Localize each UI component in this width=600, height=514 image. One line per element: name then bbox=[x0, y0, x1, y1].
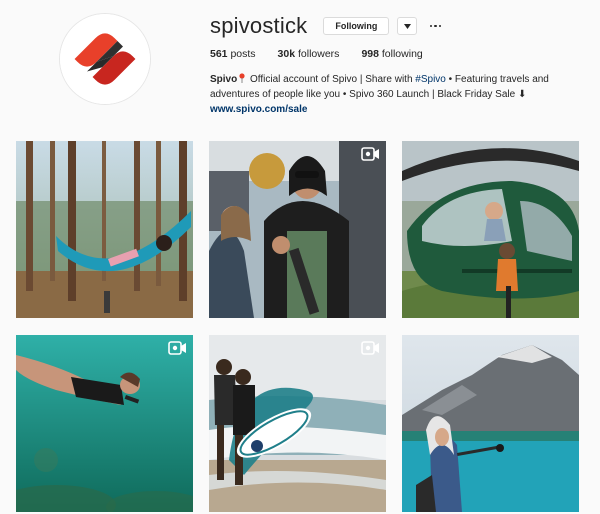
post-tile[interactable] bbox=[16, 141, 193, 318]
suggestions-dropdown-button[interactable] bbox=[397, 17, 418, 35]
video-icon bbox=[361, 147, 379, 161]
video-icon bbox=[168, 341, 186, 355]
posts-count: 561 posts bbox=[210, 48, 256, 60]
followers-count[interactable]: 30k followers bbox=[278, 48, 340, 60]
post-image-underwater bbox=[16, 335, 193, 512]
dot-icon bbox=[434, 24, 437, 28]
profile-header: spivostick Following bbox=[210, 13, 580, 38]
following-count[interactable]: 998 following bbox=[361, 48, 422, 60]
dot-icon bbox=[438, 24, 441, 28]
following-button[interactable]: Following bbox=[323, 17, 390, 35]
spivo-logo-icon bbox=[60, 14, 150, 104]
post-tile[interactable] bbox=[16, 335, 193, 512]
bio-link[interactable]: www.spivo.com/sale bbox=[210, 103, 555, 118]
bio-name: Spivo bbox=[210, 74, 238, 85]
pin-icon bbox=[239, 73, 245, 83]
bio-hashtag[interactable]: #Spivo bbox=[415, 74, 446, 85]
dot-icon bbox=[429, 24, 433, 28]
post-tile[interactable] bbox=[209, 335, 386, 512]
post-image-surfers bbox=[209, 335, 386, 512]
bio-text: Official account of Spivo | Share with bbox=[247, 74, 416, 85]
profile-stats: 561 posts 30k followers 998 following bbox=[210, 48, 445, 60]
profile-bio: Spivo Official account of Spivo | Share … bbox=[210, 73, 555, 118]
post-image-hammock bbox=[16, 141, 193, 318]
post-tile[interactable] bbox=[209, 141, 386, 318]
more-options-button[interactable] bbox=[427, 17, 443, 35]
post-image-selfie-street bbox=[209, 141, 386, 318]
post-tile[interactable] bbox=[402, 141, 579, 318]
username: spivostick bbox=[210, 13, 308, 38]
chevron-down-icon bbox=[403, 23, 411, 29]
post-tile[interactable] bbox=[402, 335, 579, 512]
profile-avatar[interactable] bbox=[59, 13, 151, 105]
post-image-mountain-lake bbox=[402, 335, 579, 512]
post-image-helicopter bbox=[402, 141, 579, 318]
video-icon bbox=[361, 341, 379, 355]
